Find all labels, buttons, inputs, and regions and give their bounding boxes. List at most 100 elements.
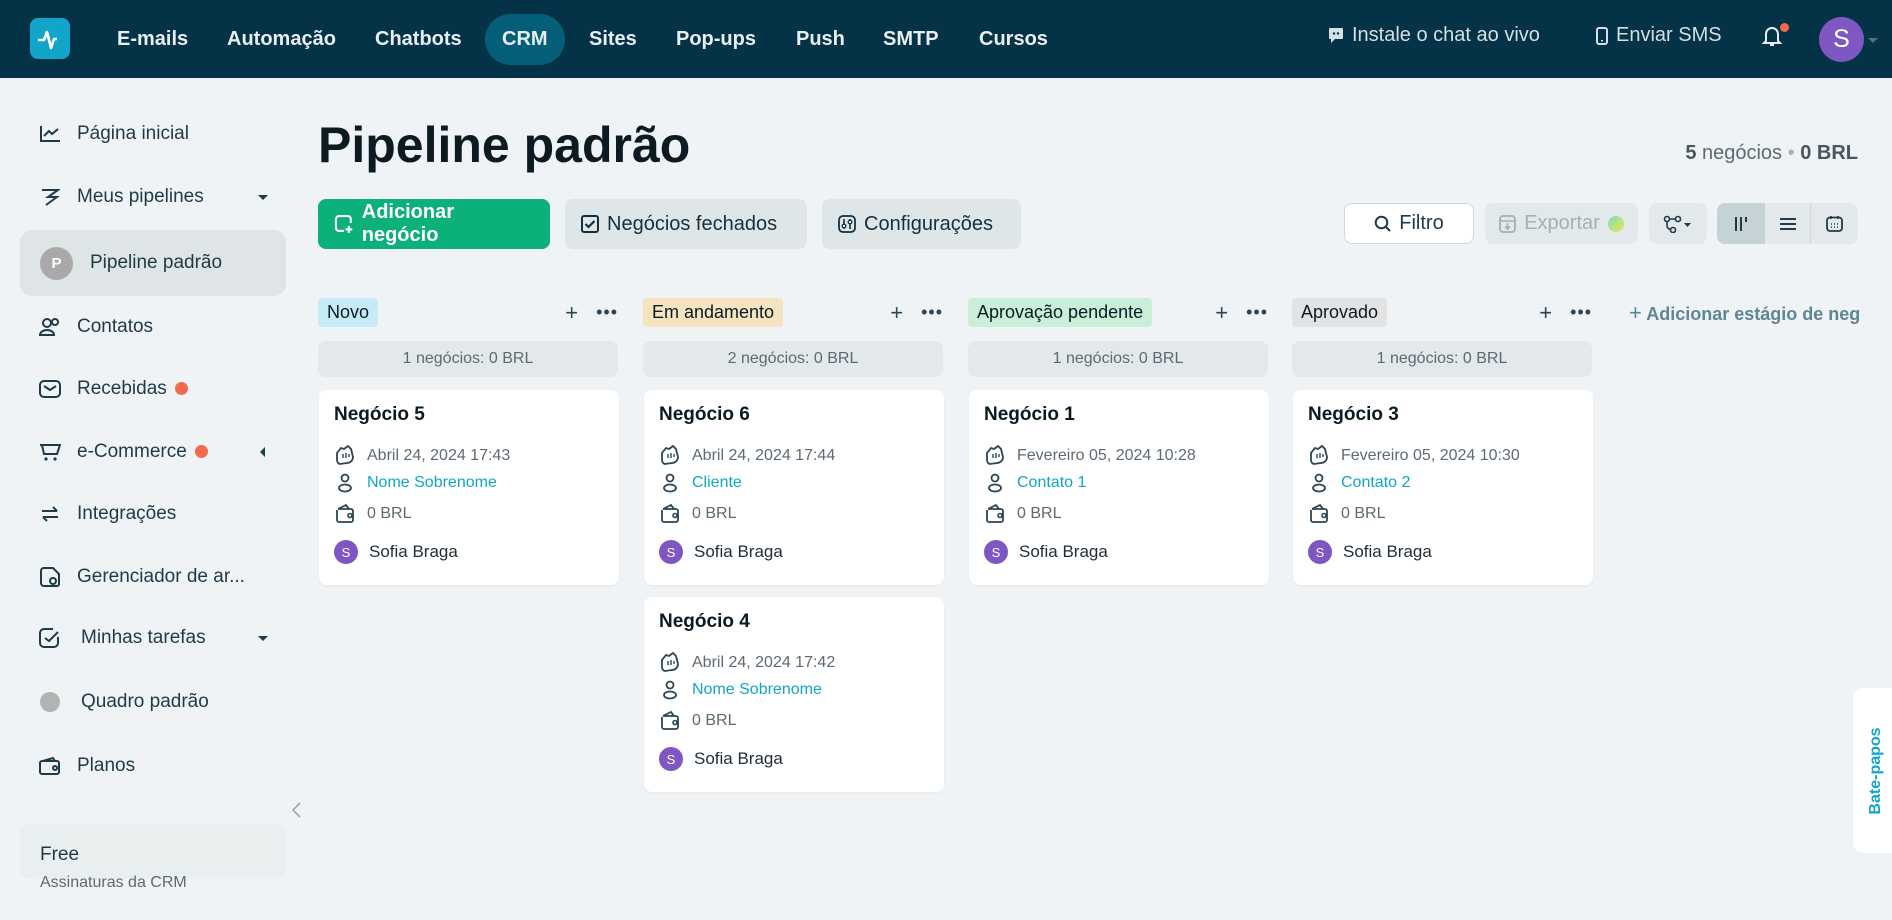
sidebar-item-gerenciador[interactable]: Gerenciador de ar... — [20, 545, 286, 609]
plus-icon: + — [1629, 300, 1642, 325]
pipeline-summary: 5 negócios • 0 BRL — [1685, 142, 1858, 165]
nav-cursos[interactable]: Cursos — [979, 14, 1048, 65]
unread-dot — [175, 382, 188, 395]
export-button[interactable]: Exportar — [1485, 203, 1638, 244]
stage-name-badge[interactable]: Novo — [318, 298, 378, 327]
sidebar-item-minhas-tarefas[interactable]: Minhas tarefas — [20, 606, 286, 670]
stage-name-badge[interactable]: Aprovado — [1292, 298, 1387, 327]
deal-contact-link[interactable]: Nome Sobrenome — [692, 681, 822, 699]
add-deal-icon — [334, 214, 354, 234]
person-icon — [659, 473, 681, 493]
collapse-sidebar-icon[interactable] — [290, 801, 302, 819]
deal-contact-link[interactable]: Nome Sobrenome — [367, 474, 497, 492]
bell-icon[interactable] — [1762, 24, 1782, 48]
install-chat-link[interactable]: Instale o chat ao vivo — [1328, 24, 1540, 47]
deal-owner: Sofia Braga — [1343, 542, 1432, 562]
download-icon — [1499, 215, 1516, 233]
page-title: Pipeline padrão — [318, 116, 690, 174]
wallet-icon — [659, 711, 681, 730]
file-manager-icon — [38, 565, 62, 589]
calendar-icon — [1826, 215, 1843, 232]
more-options-icon[interactable]: ••• — [596, 302, 618, 323]
add-deal-label: Adicionar negócio — [362, 201, 534, 247]
add-deal-plus-icon[interactable]: + — [890, 300, 903, 326]
export-label: Exportar — [1524, 212, 1600, 235]
deal-owner: Sofia Braga — [369, 542, 458, 562]
sidebar-item-recebidas[interactable]: Recebidas — [20, 357, 286, 421]
date-hand-icon — [1308, 445, 1330, 466]
nav-chatbots[interactable]: Chatbots — [375, 14, 462, 65]
contacts-icon — [38, 315, 62, 339]
nav-automacao[interactable]: Automação — [227, 14, 336, 65]
add-deal-button[interactable]: Adicionar negócio — [318, 199, 550, 249]
deal-card[interactable]: Negócio 4 Abril 24, 2024 17:42 Nome Sobr… — [644, 597, 944, 792]
cart-icon — [38, 440, 62, 464]
sidebar-item-pipeline-padrao[interactable]: P Pipeline padrão — [20, 230, 286, 296]
deal-card[interactable]: Negócio 3 Fevereiro 05, 2024 10:30 Conta… — [1293, 390, 1593, 585]
deal-date: Abril 24, 2024 17:43 — [367, 447, 510, 465]
list-icon — [1780, 217, 1796, 231]
nav-push[interactable]: Push — [796, 14, 845, 65]
deal-card[interactable]: Negócio 5 Abril 24, 2024 17:43 Nome Sobr… — [319, 390, 619, 585]
deal-card[interactable]: Negócio 6 Abril 24, 2024 17:44 Cliente 0… — [644, 390, 944, 585]
sidebar-item-label: Planos — [77, 755, 135, 777]
chevron-down-icon — [258, 636, 268, 641]
stage-actions: + ••• — [1539, 298, 1592, 327]
stage-name-badge[interactable]: Aprovação pendente — [968, 298, 1152, 327]
add-deal-plus-icon[interactable]: + — [565, 300, 578, 326]
deal-contact-link[interactable]: Contato 1 — [1017, 474, 1086, 492]
sliders-icon — [838, 215, 856, 233]
routing-menu-button[interactable] — [1649, 203, 1707, 244]
date-hand-icon — [659, 445, 681, 466]
sidebar-item-contatos[interactable]: Contatos — [20, 295, 286, 359]
nav-popups[interactable]: Pop-ups — [676, 14, 756, 65]
settings-button[interactable]: Configurações — [822, 199, 1021, 249]
sidebar-item-meus-pipelines[interactable]: Meus pipelines — [20, 165, 286, 229]
nav-crm[interactable]: CRM — [485, 14, 565, 65]
deal-title: Negócio 1 — [984, 404, 1075, 426]
sidebar-item-planos[interactable]: Planos — [20, 734, 286, 798]
sidebar-item-label: Meus pipelines — [77, 186, 204, 208]
add-stage-button[interactable]: + Adicionar estágio de neg — [1629, 300, 1860, 326]
closed-deals-label: Negócios fechados — [607, 213, 777, 236]
deal-contact-link[interactable]: Contato 2 — [1341, 474, 1410, 492]
sidebar-item-label: Minhas tarefas — [81, 627, 206, 649]
sidebar-item-pagina-inicial[interactable]: Página inicial — [20, 102, 286, 166]
sidebar-item-label: Recebidas — [77, 378, 167, 399]
plan-box[interactable]: Free Assinaturas da CRM — [20, 824, 286, 879]
more-options-icon[interactable]: ••• — [1570, 302, 1592, 323]
app-logo[interactable] — [30, 18, 70, 59]
more-options-icon[interactable]: ••• — [1246, 302, 1268, 323]
add-deal-plus-icon[interactable]: + — [1215, 300, 1228, 326]
filter-button[interactable]: Filtro — [1344, 203, 1474, 244]
sidebar-item-quadro-padrao[interactable]: Quadro padrão — [20, 670, 286, 734]
deal-date: Abril 24, 2024 17:42 — [692, 654, 835, 672]
deal-value: 0 BRL — [1017, 505, 1061, 523]
more-options-icon[interactable]: ••• — [921, 302, 943, 323]
calendar-view-button[interactable] — [1811, 203, 1857, 244]
deal-card[interactable]: Negócio 1 Fevereiro 05, 2024 10:28 Conta… — [969, 390, 1269, 585]
phone-icon — [1596, 27, 1608, 45]
alert-dot — [195, 445, 208, 458]
chevron-down-icon[interactable] — [1868, 38, 1878, 43]
stage-summary: 1 negócios: 0 BRL — [968, 341, 1268, 377]
closed-deals-button[interactable]: Negócios fechados — [565, 199, 807, 249]
sidebar-item-ecommerce[interactable]: e-Commerce — [20, 420, 286, 484]
send-sms-link[interactable]: Enviar SMS — [1596, 24, 1722, 47]
chats-tab[interactable]: Bate-papos — [1853, 688, 1892, 853]
deal-contact-link[interactable]: Cliente — [692, 474, 742, 492]
user-avatar[interactable]: S — [1819, 17, 1864, 62]
pipeline-avatar-icon: P — [40, 247, 73, 280]
add-deal-plus-icon[interactable]: + — [1539, 300, 1552, 326]
stage-name-badge[interactable]: Em andamento — [643, 298, 783, 327]
kanban-view-button[interactable] — [1717, 203, 1765, 244]
nav-sites[interactable]: Sites — [589, 14, 637, 65]
sidebar-item-label: Quadro padrão — [81, 691, 209, 713]
nav-emails[interactable]: E-mails — [117, 14, 188, 65]
list-view-button[interactable] — [1765, 203, 1811, 244]
nav-smtp[interactable]: SMTP — [883, 14, 939, 65]
total-value: 0 BRL — [1800, 142, 1858, 164]
sidebar-item-integracoes[interactable]: Integrações — [20, 482, 286, 546]
stage-summary: 2 negócios: 0 BRL — [643, 341, 943, 377]
sidebar-item-label: Gerenciador de ar... — [77, 566, 245, 588]
